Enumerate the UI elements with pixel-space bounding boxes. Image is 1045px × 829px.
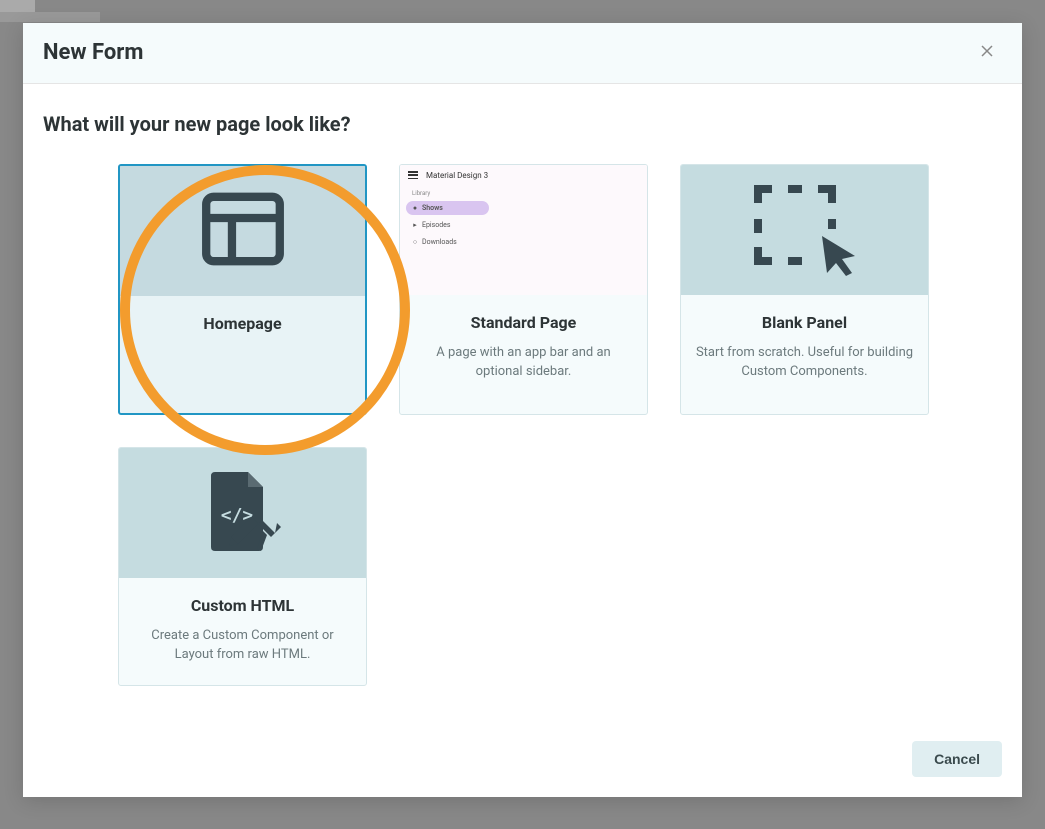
card-content: Homepage — [120, 296, 365, 413]
card-title: Custom HTML — [131, 596, 354, 615]
card-title: Standard Page — [412, 313, 635, 332]
template-card-blank-panel[interactable]: Blank Panel Start from scratch. Useful f… — [680, 164, 929, 415]
template-card-homepage[interactable]: Homepage — [118, 164, 367, 415]
standard-page-preview: Material Design 3 Library ●Shows ▸Episod… — [400, 165, 647, 295]
close-icon — [980, 42, 994, 62]
card-title: Homepage — [132, 314, 353, 333]
preview-sidebar-item: ▸Episodes — [406, 218, 489, 232]
modal-footer: Cancel — [23, 727, 1022, 797]
homepage-layout-icon — [197, 183, 289, 279]
card-content: Standard Page A page with an app bar and… — [400, 295, 647, 412]
card-content: Blank Panel Start from scratch. Useful f… — [681, 295, 928, 412]
modal-header: New Form — [23, 23, 1022, 84]
custom-html-file-icon: </> — [203, 469, 283, 558]
card-title: Blank Panel — [693, 313, 916, 332]
card-image — [120, 166, 365, 296]
body-title: What will your new page look like? — [43, 112, 1002, 136]
card-image: </> — [119, 448, 366, 578]
template-card-standard-page[interactable]: Material Design 3 Library ●Shows ▸Episod… — [399, 164, 648, 415]
preview-header-title: Material Design 3 — [426, 171, 488, 180]
modal-body: What will your new page look like? Home — [23, 84, 1022, 727]
preview-sidebar-item: ○Downloads — [406, 235, 489, 249]
template-cards-grid: Homepage Material Design 3 — [43, 164, 1002, 686]
card-content: Custom HTML Create a Custom Component or… — [119, 578, 366, 685]
preview-sidebar-label: Library — [406, 189, 489, 198]
new-form-modal: New Form What will your new page look li… — [23, 23, 1022, 797]
template-card-custom-html[interactable]: </> Custom HTML Create a Cu — [118, 447, 367, 686]
hamburger-icon — [408, 171, 418, 179]
close-button[interactable] — [972, 39, 1002, 65]
modal-title: New Form — [43, 40, 143, 65]
preview-sidebar-item: ●Shows — [406, 201, 489, 215]
blank-panel-selection-icon — [750, 181, 860, 280]
card-image — [681, 165, 928, 295]
card-desc: Start from scratch. Useful for building … — [693, 344, 916, 382]
cancel-button[interactable]: Cancel — [912, 741, 1002, 777]
card-image: Material Design 3 Library ●Shows ▸Episod… — [400, 165, 647, 295]
card-desc: A page with an app bar and an optional s… — [412, 344, 635, 382]
card-desc: Create a Custom Component or Layout from… — [131, 627, 354, 665]
